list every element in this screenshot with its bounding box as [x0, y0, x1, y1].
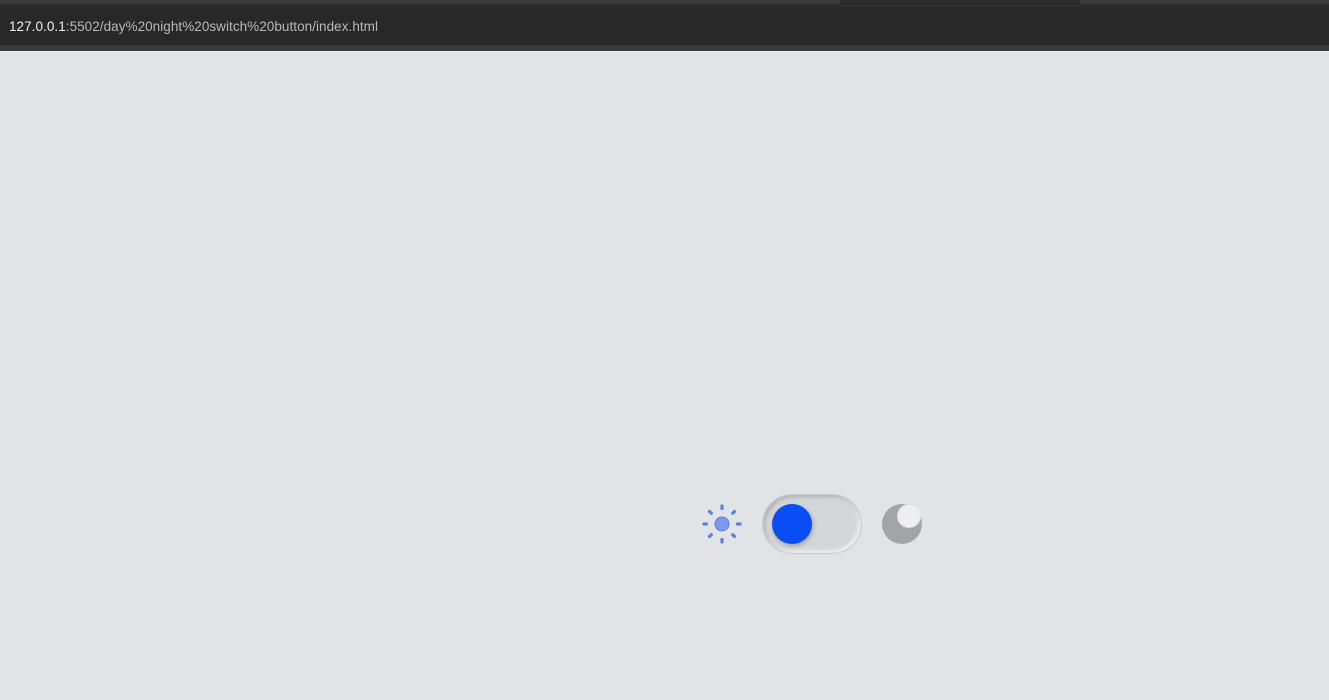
day-night-switch [0, 51, 1329, 700]
tab-strip [0, 0, 1329, 7]
url-path: :5502/day%20night%20switch%20button/inde… [65, 19, 379, 34]
url-host: 127.0.0.1 [9, 19, 66, 34]
url-text[interactable]: 127.0.0.1:5502/day%20night%20switch%20bu… [9, 19, 378, 34]
browser-chrome: 127.0.0.1:5502/day%20night%20switch%20bu… [0, 0, 1329, 51]
browser-tab[interactable] [1080, 0, 1329, 4]
moon-icon [882, 504, 922, 544]
page-viewport [0, 51, 1329, 700]
day-night-toggle[interactable] [762, 494, 862, 554]
toggle-knob[interactable] [772, 504, 812, 544]
address-bar[interactable]: 127.0.0.1:5502/day%20night%20switch%20bu… [0, 7, 1329, 45]
sun-icon [702, 504, 742, 544]
browser-tab[interactable] [0, 0, 840, 4]
